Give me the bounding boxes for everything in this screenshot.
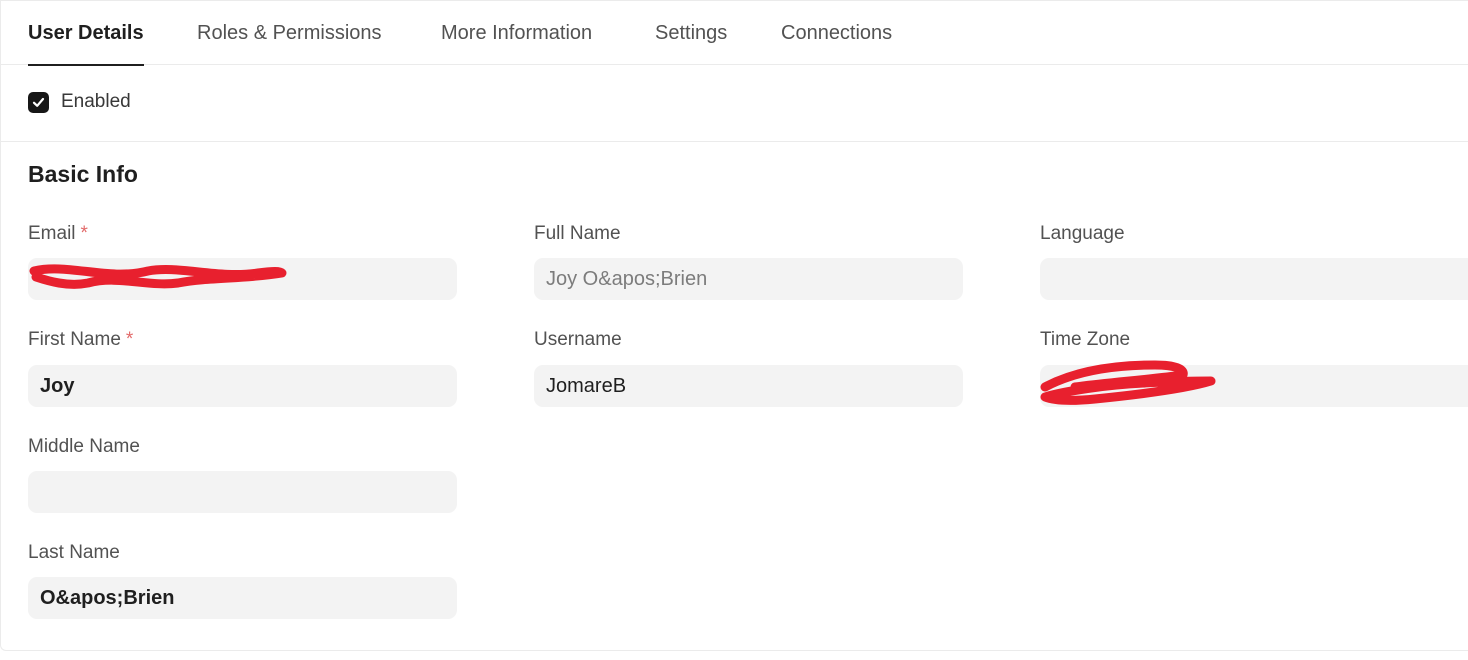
tab-bar: User Details Roles & Permissions More In… [1, 1, 1468, 66]
section-divider [1, 141, 1468, 142]
full-name-field[interactable]: Joy O&apos;Brien [534, 258, 963, 300]
middle-name-field[interactable] [28, 471, 457, 513]
enabled-checkbox[interactable] [28, 91, 49, 113]
middle-name-label: Middle Name [28, 436, 140, 457]
tab-more-information[interactable]: More Information [441, 1, 592, 65]
section-title: Basic Info [28, 161, 138, 187]
email-field[interactable] [28, 258, 457, 300]
time-zone-field[interactable] [1040, 365, 1468, 407]
email-label-text: Email [28, 223, 76, 244]
tab-settings[interactable]: Settings [655, 1, 727, 65]
enabled-row: Enabled [28, 91, 131, 113]
first-name-label-text: First Name [28, 329, 121, 350]
language-field[interactable] [1040, 258, 1468, 300]
username-label: Username [534, 329, 622, 350]
first-name-label: First Name * [28, 329, 133, 351]
required-mark: * [125, 329, 134, 350]
enabled-label: Enabled [61, 91, 131, 112]
last-name-label: Last Name [28, 542, 120, 563]
required-mark: * [80, 223, 88, 244]
user-form-panel: User Details Roles & Permissions More In… [0, 0, 1468, 651]
checkmark-icon [32, 97, 45, 107]
email-label: Email * [28, 223, 88, 245]
time-zone-label: Time Zone [1040, 329, 1131, 350]
first-name-field[interactable]: Joy [28, 365, 457, 407]
tab-connections[interactable]: Connections [781, 1, 892, 65]
username-field[interactable]: JomareB [534, 365, 963, 407]
last-name-field[interactable]: O&apos;Brien [28, 577, 457, 619]
full-name-label: Full Name [534, 223, 621, 244]
tab-roles-permissions[interactable]: Roles & Permissions [197, 1, 382, 65]
tab-user-details[interactable]: User Details [28, 1, 144, 66]
language-label: Language [1040, 223, 1125, 244]
